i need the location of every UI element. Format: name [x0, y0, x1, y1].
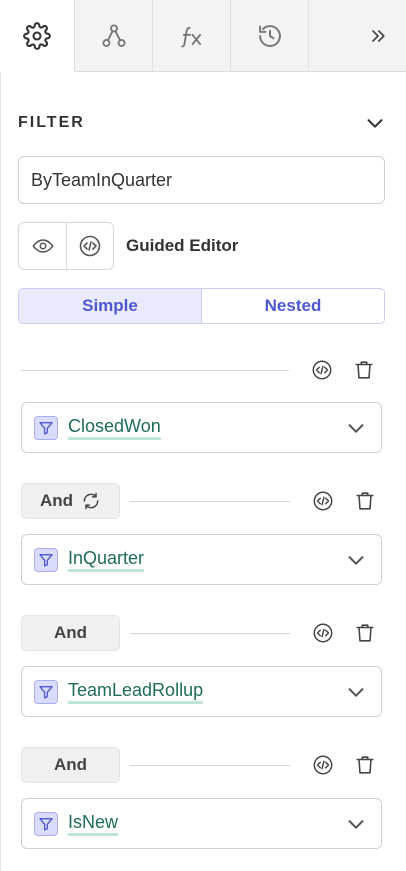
- divider-line: [130, 764, 290, 766]
- condition-code-button[interactable]: [311, 753, 335, 777]
- filter-funnel-icon: [34, 415, 58, 440]
- trash-icon: [355, 361, 373, 379]
- mode-nested-button[interactable]: Nested: [201, 289, 384, 323]
- connector-label: And: [53, 623, 88, 642]
- filter-name-input[interactable]: [18, 156, 385, 204]
- condition-code-button[interactable]: [311, 489, 335, 513]
- condition-code-button[interactable]: [311, 621, 335, 645]
- delete-condition-button[interactable]: [352, 358, 376, 382]
- connector-button[interactable]: And: [21, 747, 120, 783]
- code-icon: [79, 235, 101, 257]
- condition-name[interactable]: IsNew: [68, 812, 119, 836]
- eye-icon: [31, 239, 54, 253]
- editor-row: Guided Editor: [18, 222, 386, 270]
- code-view-button[interactable]: [66, 223, 113, 269]
- condition-name[interactable]: TeamLeadRollup: [68, 680, 204, 704]
- condition-name[interactable]: ClosedWon: [68, 416, 161, 440]
- chevron-down-icon[interactable]: [345, 681, 367, 703]
- connector-label: And: [53, 755, 88, 774]
- gear-icon: [23, 22, 51, 50]
- chevron-down-icon[interactable]: [364, 112, 386, 134]
- condition-header: [21, 352, 382, 388]
- divider-line: [130, 632, 290, 634]
- condition-header: And: [21, 615, 382, 651]
- code-icon: [312, 360, 332, 380]
- condition-header: And: [21, 483, 382, 519]
- code-icon: [313, 623, 333, 643]
- editor-mode-icons: [18, 222, 114, 270]
- divider-line: [21, 369, 289, 371]
- code-icon: [313, 491, 333, 511]
- double-chevron-right-icon: [372, 30, 385, 42]
- filter-funnel-icon: [34, 679, 58, 704]
- divider-line: [130, 500, 290, 502]
- refresh-icon[interactable]: [81, 491, 101, 511]
- delete-condition-button[interactable]: [353, 489, 377, 513]
- mode-simple-button[interactable]: Simple: [19, 289, 201, 323]
- tab-settings[interactable]: [0, 0, 75, 73]
- delete-condition-button[interactable]: [353, 621, 377, 645]
- guided-editor-label: Guided Editor: [126, 236, 239, 255]
- condition-selector[interactable]: IsNew: [21, 798, 382, 849]
- graph-nodes-icon: [101, 24, 126, 47]
- mode-toggle: Simple Nested: [18, 288, 385, 324]
- connector-label: And: [39, 491, 74, 510]
- condition-code-button[interactable]: [310, 358, 334, 382]
- code-icon: [313, 755, 333, 775]
- trash-icon: [356, 624, 374, 642]
- filter-section-header[interactable]: FILTER: [18, 112, 386, 134]
- preview-button[interactable]: [19, 223, 66, 269]
- panel-tab-bar: [0, 0, 406, 73]
- condition-selector[interactable]: InQuarter: [21, 534, 382, 585]
- chevron-down-icon[interactable]: [345, 417, 367, 439]
- filter-funnel-icon: [34, 547, 58, 572]
- tab-graph[interactable]: [75, 0, 153, 72]
- function-fx-icon: [180, 26, 201, 48]
- delete-condition-button[interactable]: [353, 753, 377, 777]
- trash-icon: [356, 756, 374, 774]
- history-icon: [258, 25, 281, 47]
- condition-name[interactable]: InQuarter: [68, 548, 145, 572]
- condition-selector[interactable]: TeamLeadRollup: [21, 666, 382, 717]
- tab-functions[interactable]: [153, 0, 231, 72]
- condition-header: And: [21, 747, 382, 783]
- section-title: FILTER: [18, 114, 85, 131]
- chevron-down-icon[interactable]: [345, 813, 367, 835]
- tab-history[interactable]: [231, 0, 309, 72]
- connector-button[interactable]: And: [21, 483, 120, 519]
- expand-panel-button[interactable]: [309, 0, 406, 72]
- connector-button[interactable]: And: [21, 615, 120, 651]
- trash-icon: [356, 492, 374, 510]
- filter-funnel-icon: [34, 811, 58, 836]
- condition-selector[interactable]: ClosedWon: [21, 402, 382, 453]
- chevron-down-icon[interactable]: [345, 549, 367, 571]
